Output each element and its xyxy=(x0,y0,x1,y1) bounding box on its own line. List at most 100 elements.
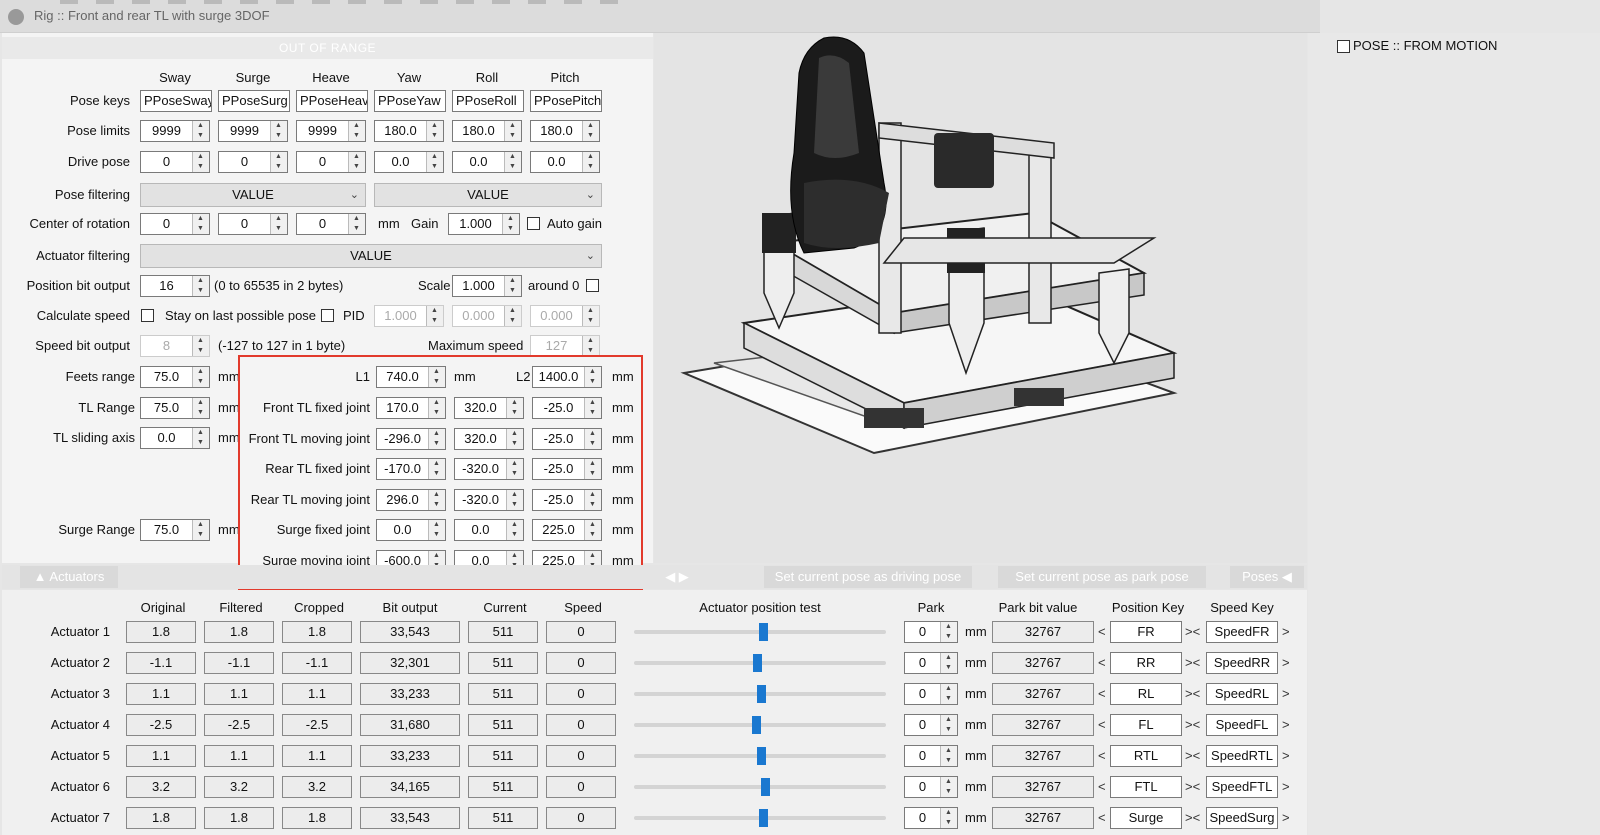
position-key-input[interactable]: FTL xyxy=(1110,776,1182,798)
pose-limit-pitch-stepper[interactable]: 180.0 xyxy=(530,120,600,142)
spin-buttons[interactable] xyxy=(582,121,599,141)
spin-buttons[interactable] xyxy=(348,214,365,234)
spin-buttons[interactable] xyxy=(348,152,365,172)
pose-key-pitch-input[interactable]: PPosePitch xyxy=(530,90,602,112)
park-stepper[interactable]: 0 xyxy=(904,807,958,829)
pid-i-stepper[interactable]: 0.000 xyxy=(452,305,522,327)
position-test-thumb[interactable] xyxy=(758,623,768,641)
spin-buttons[interactable] xyxy=(192,121,209,141)
spin-buttons[interactable] xyxy=(192,367,209,387)
position-key-input[interactable]: RL xyxy=(1110,683,1182,705)
spin-buttons[interactable] xyxy=(270,152,287,172)
park-stepper[interactable]: 0 xyxy=(904,621,958,643)
park-stepper[interactable]: 0 xyxy=(904,683,958,705)
actuator-filtering-select[interactable]: VALUE ⌄ xyxy=(140,244,602,268)
drive-pose-surge-stepper[interactable]: 0 xyxy=(218,151,288,173)
scroll-arrows[interactable]: ◀ ▶ xyxy=(652,566,702,588)
drive-pose-pitch-stepper[interactable]: 0.0 xyxy=(530,151,600,173)
center-z-stepper[interactable]: 0 xyxy=(296,213,366,235)
pose-filtering-right-select[interactable]: VALUE ⌄ xyxy=(374,183,602,207)
surge-range-stepper[interactable]: 75.0 xyxy=(140,519,210,541)
spin-buttons[interactable] xyxy=(504,121,521,141)
position-test-thumb[interactable] xyxy=(758,809,768,827)
position-test-thumb[interactable] xyxy=(757,747,767,765)
position-key-input[interactable]: FL xyxy=(1110,714,1182,736)
rig-3d-viewport[interactable] xyxy=(654,33,1307,563)
spin-buttons[interactable] xyxy=(504,152,521,172)
auto-gain-checkbox[interactable] xyxy=(527,217,540,230)
pose-key-yaw-input[interactable]: PPoseYaw xyxy=(374,90,446,112)
gain-stepper[interactable]: 1.000 xyxy=(448,213,520,235)
pose-limit-roll-stepper[interactable]: 180.0 xyxy=(452,120,522,142)
speed-key-input[interactable]: SpeedFL xyxy=(1206,714,1278,736)
speed-key-input[interactable]: SpeedFTL xyxy=(1206,776,1278,798)
position-test-thumb[interactable] xyxy=(757,685,767,703)
spin-buttons[interactable] xyxy=(192,398,209,418)
spin-buttons[interactable] xyxy=(582,336,599,356)
calculate-speed-checkbox[interactable] xyxy=(141,309,154,322)
pose-key-sway-input[interactable]: PPoseSway xyxy=(140,90,212,112)
spin-buttons[interactable] xyxy=(426,121,443,141)
around-zero-checkbox[interactable] xyxy=(586,279,599,292)
spin-buttons[interactable] xyxy=(192,276,209,296)
position-key-input[interactable]: RTL xyxy=(1110,745,1182,767)
speed-bit-output-stepper[interactable]: 8 xyxy=(140,335,210,357)
position-test-thumb[interactable] xyxy=(753,654,763,672)
tl-sliding-axis-stepper[interactable]: 0.0 xyxy=(140,427,210,449)
spin-buttons[interactable] xyxy=(504,276,521,296)
spin-buttons[interactable] xyxy=(192,214,209,234)
speed-key-input[interactable]: SpeedFR xyxy=(1206,621,1278,643)
pid-p-stepper[interactable]: 1.000 xyxy=(374,305,444,327)
spin-buttons[interactable] xyxy=(502,214,519,234)
position-test-track[interactable] xyxy=(634,785,886,789)
pose-limit-yaw-stepper[interactable]: 180.0 xyxy=(374,120,444,142)
pose-filtering-left-select[interactable]: VALUE ⌄ xyxy=(140,183,366,207)
center-y-stepper[interactable]: 0 xyxy=(218,213,288,235)
spin-buttons[interactable] xyxy=(940,715,957,735)
spin-buttons[interactable] xyxy=(504,306,521,326)
spin-buttons[interactable] xyxy=(348,121,365,141)
drive-pose-roll-stepper[interactable]: 0.0 xyxy=(452,151,522,173)
maximum-speed-stepper[interactable]: 127 xyxy=(530,335,600,357)
spin-buttons[interactable] xyxy=(426,306,443,326)
pid-d-stepper[interactable]: 0.000 xyxy=(530,305,600,327)
spin-buttons[interactable] xyxy=(192,428,209,448)
spin-buttons[interactable] xyxy=(940,777,957,797)
spin-buttons[interactable] xyxy=(940,808,957,828)
tab-actuators[interactable]: ▲ Actuators xyxy=(20,566,118,588)
spin-buttons[interactable] xyxy=(270,214,287,234)
park-stepper[interactable]: 0 xyxy=(904,745,958,767)
position-test-thumb[interactable] xyxy=(752,716,762,734)
position-key-input[interactable]: Surge xyxy=(1110,807,1182,829)
tl-range-stepper[interactable]: 75.0 xyxy=(140,397,210,419)
pose-key-heave-input[interactable]: PPoseHeav xyxy=(296,90,368,112)
speed-key-input[interactable]: SpeedRR xyxy=(1206,652,1278,674)
pose-key-roll-input[interactable]: PPoseRoll xyxy=(452,90,524,112)
drive-pose-heave-stepper[interactable]: 0 xyxy=(296,151,366,173)
scale-stepper[interactable]: 1.000 xyxy=(452,275,522,297)
position-key-input[interactable]: RR xyxy=(1110,652,1182,674)
pose-limit-heave-stepper[interactable]: 9999 xyxy=(296,120,366,142)
feets-range-stepper[interactable]: 75.0 xyxy=(140,366,210,388)
position-key-input[interactable]: FR xyxy=(1110,621,1182,643)
pid-checkbox[interactable] xyxy=(321,309,334,322)
set-driving-pose-button[interactable]: Set current pose as driving pose xyxy=(764,566,972,588)
pose-from-motion-checkbox[interactable] xyxy=(1337,40,1350,53)
spin-buttons[interactable] xyxy=(940,622,957,642)
spin-buttons[interactable] xyxy=(940,746,957,766)
pose-limit-sway-stepper[interactable]: 9999 xyxy=(140,120,210,142)
position-bit-output-stepper[interactable]: 16 xyxy=(140,275,210,297)
spin-buttons[interactable] xyxy=(192,336,209,356)
park-stepper[interactable]: 0 xyxy=(904,776,958,798)
spin-buttons[interactable] xyxy=(192,520,209,540)
spin-buttons[interactable] xyxy=(582,306,599,326)
position-test-thumb[interactable] xyxy=(761,778,771,796)
center-x-stepper[interactable]: 0 xyxy=(140,213,210,235)
speed-key-input[interactable]: SpeedRL xyxy=(1206,683,1278,705)
spin-buttons[interactable] xyxy=(940,684,957,704)
set-park-pose-button[interactable]: Set current pose as park pose xyxy=(998,566,1206,588)
spin-buttons[interactable] xyxy=(582,152,599,172)
park-stepper[interactable]: 0 xyxy=(904,652,958,674)
speed-key-input[interactable]: SpeedSurg xyxy=(1206,807,1278,829)
tab-poses[interactable]: Poses ◀ xyxy=(1230,566,1304,588)
